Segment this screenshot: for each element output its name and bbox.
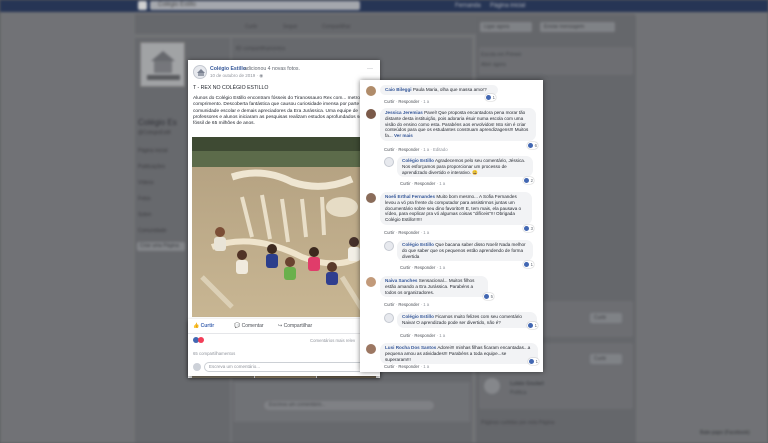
comment-input[interactable]: Escreva um comentário... xyxy=(204,362,374,372)
comment-time: 1 a xyxy=(423,230,430,235)
like-button[interactable]: 👍 Curtir xyxy=(193,323,214,329)
comment-bubble: Naiva Sanches Sensacional... Muitos filh… xyxy=(380,276,488,298)
edited-label: Editado xyxy=(433,147,448,152)
comment-bubble: Jessica Jeremias Pavel! Que proposta enc… xyxy=(380,108,536,141)
comment-like-link[interactable]: Curtir xyxy=(400,333,411,338)
comment-time: 1 a xyxy=(439,265,446,270)
post-action-text: adicionou 4 novas fotos. xyxy=(244,66,300,72)
comment-actions: Curtir · Responder · 1 a xyxy=(400,181,446,186)
avatar[interactable] xyxy=(366,344,376,354)
comment-actions: Curtir · Responder · 1 a xyxy=(400,265,446,270)
reaction-count[interactable]: 1 xyxy=(527,322,538,329)
comment-reply-link[interactable]: Responder xyxy=(414,265,435,270)
comment-time: 1 a xyxy=(423,364,430,369)
post-footer: 👍 Curtir 💬 Comentar ↪ Compartilhar Comen… xyxy=(188,319,380,376)
comment-actions: Curtir · Responder · 1 a xyxy=(400,333,446,338)
reaction-count[interactable]: 3 xyxy=(523,225,534,232)
comment-reply-link[interactable]: Responder xyxy=(398,302,419,307)
avatar[interactable] xyxy=(366,193,376,203)
avatar[interactable] xyxy=(384,313,394,323)
comments-filter[interactable]: Comentários mais relev xyxy=(310,338,355,343)
avatar[interactable] xyxy=(366,86,376,96)
comment-time: 1 a xyxy=(423,147,430,152)
comment-like-link[interactable]: Curtir xyxy=(384,230,395,235)
comment-bubble: Colégio Estillo Que bacana saber disso N… xyxy=(397,240,533,262)
comment-reply-link[interactable]: Responder xyxy=(398,99,419,104)
comment-reply-link[interactable]: Responder xyxy=(398,147,419,152)
comment-actions: Curtir · Responder · 1 a xyxy=(384,99,430,104)
love-reaction-icon xyxy=(198,337,204,343)
avatar xyxy=(193,363,201,371)
post-body: Alunos do Colégio Estillo encontram fóss… xyxy=(193,96,373,127)
post-title: T - REX NO COLÉGIO ESTILLO xyxy=(193,85,269,91)
comment-like-link[interactable]: Curtir xyxy=(384,99,395,104)
reaction-count[interactable]: 2 xyxy=(523,177,534,184)
comment-time: 1 a xyxy=(439,333,446,338)
smile-emoji-icon: 😀 xyxy=(472,169,478,175)
comment-reply-link[interactable]: Responder xyxy=(398,230,419,235)
comment-time: 1 a xyxy=(439,181,446,186)
comment-bubble: Noeli Erthal Fernandes Muito bom mesmo..… xyxy=(380,192,532,225)
post-author-avatar[interactable] xyxy=(193,65,207,79)
comments-panel: Caio Bileggi Paula Maria, olha que massa… xyxy=(360,80,543,372)
thumbs-up-icon: 👍 xyxy=(193,323,201,329)
reaction-count[interactable]: 1 xyxy=(523,261,534,268)
comment-like-link[interactable]: Curtir xyxy=(384,147,395,152)
comment-like-link[interactable]: Curtir xyxy=(384,364,395,369)
share-button[interactable]: ↪ Compartilhar xyxy=(278,323,312,329)
reaction-count[interactable]: 6 xyxy=(527,142,538,149)
globe-icon: ◉ xyxy=(259,73,264,78)
comment-actions: Curtir · Responder · 1 a xyxy=(384,364,430,369)
reaction-count[interactable]: 5 xyxy=(483,293,494,300)
reaction-count[interactable]: 1 xyxy=(485,94,496,101)
comment-bubble: Lusi Rocha Dos Santos Adorei!!! minhas f… xyxy=(380,343,538,365)
reactions-summary[interactable] xyxy=(193,337,208,344)
more-options-icon[interactable]: ··· xyxy=(367,66,373,72)
comment-time: 1 a xyxy=(423,302,430,307)
comment-bubble: Colégio Estillo Ficamos muito felizes co… xyxy=(397,312,537,328)
comment-reply-link[interactable]: Responder xyxy=(398,364,419,369)
comment-icon: 💬 xyxy=(234,323,242,329)
comment-actions: Curtir · Responder · 1 a xyxy=(384,230,430,235)
avatar[interactable] xyxy=(366,277,376,287)
comment-actions: Curtir · Responder · 1 a · Editado xyxy=(384,147,448,152)
comment-bubble: Colégio Estillo Agradecemos pelo seu com… xyxy=(397,156,533,178)
post-photo-main[interactable] xyxy=(192,137,376,317)
comment-like-link[interactable]: Curtir xyxy=(400,265,411,270)
see-more-link[interactable]: Ver mais xyxy=(394,133,413,138)
post-date[interactable]: 10 de outubro de 2019 · ◉ xyxy=(210,73,263,79)
comment-button[interactable]: 💬 Comentar xyxy=(234,323,264,329)
post-author[interactable]: Colégio Estillo xyxy=(210,66,246,72)
comment-reply-link[interactable]: Responder xyxy=(414,333,435,338)
comment-like-link[interactable]: Curtir xyxy=(400,181,411,186)
avatar[interactable] xyxy=(366,109,376,119)
comment-time: 1 a xyxy=(423,99,430,104)
avatar[interactable] xyxy=(384,157,394,167)
comment-reply-link[interactable]: Responder xyxy=(414,181,435,186)
shares-count[interactable]: 65 compartilhamentos xyxy=(193,351,235,356)
comment-like-link[interactable]: Curtir xyxy=(384,302,395,307)
comment-bubble: Caio Bileggi Paula Maria, olha que massa… xyxy=(380,85,498,95)
divider xyxy=(188,333,380,334)
avatar[interactable] xyxy=(384,241,394,251)
comment-actions: Curtir · Responder · 1 a xyxy=(384,302,430,307)
reaction-count[interactable]: 1 xyxy=(528,358,539,365)
